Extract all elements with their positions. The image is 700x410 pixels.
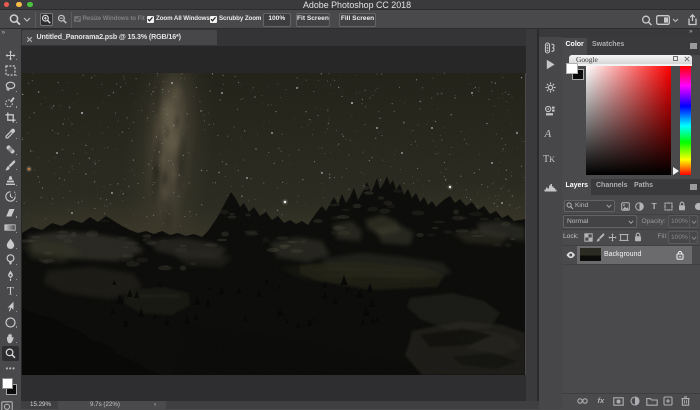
svg-text:T: T <box>6 286 13 296</box>
